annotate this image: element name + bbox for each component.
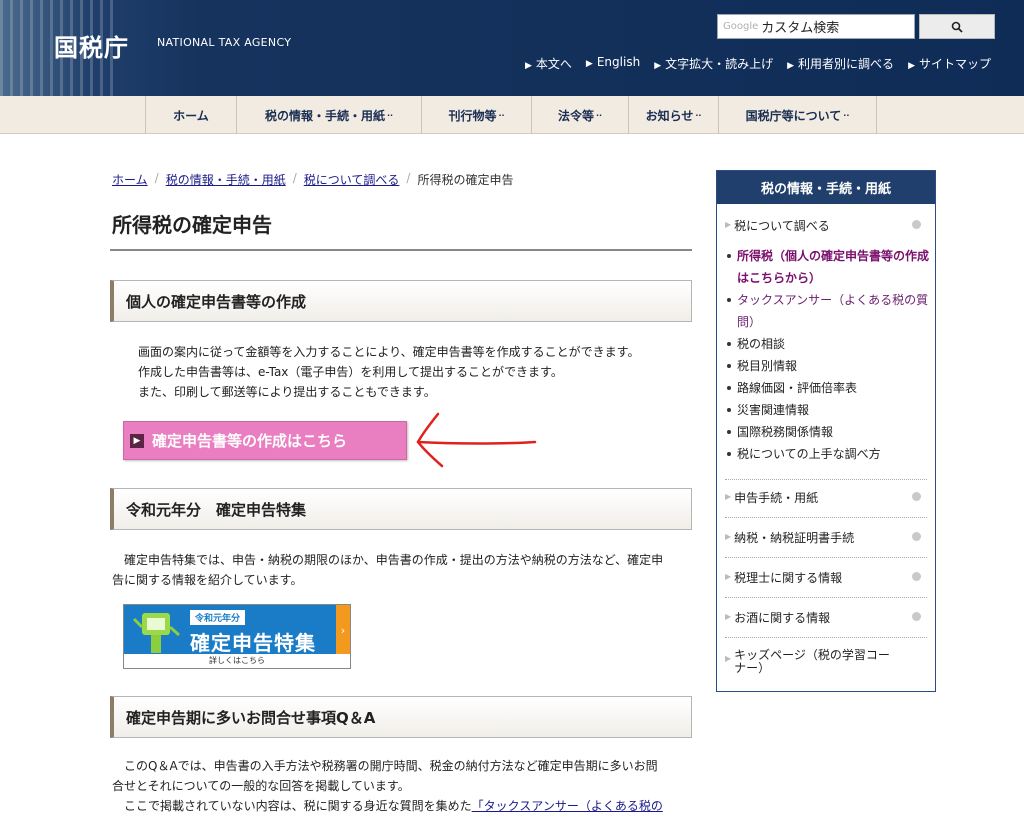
sidebar-sub-disaster[interactable]: 災害関連情報 — [725, 399, 930, 421]
triangle-right-icon: ▶ — [725, 612, 732, 621]
util-link-sitemap[interactable]: ▶ サイトマップ — [908, 55, 991, 72]
breadcrumb-separator: / — [406, 171, 411, 185]
section3-text: このQ＆Aでは、申告書の入手方法や税務署の開庁時間、税金の納付方法など確定申告期… — [112, 759, 663, 813]
sidebar-sub-consultation[interactable]: 税の相談 — [725, 333, 930, 355]
section-heading-faq: 確定申告期に多いお問合せ事項Q＆A — [110, 696, 692, 738]
sidebar-divider — [725, 557, 927, 558]
search-button[interactable] — [919, 14, 995, 39]
nav-item-publications[interactable]: 刊行物等 ·· — [422, 96, 532, 134]
sidebar-sub-route-price[interactable]: 路線価図・評価倍率表 — [725, 377, 930, 399]
triangle-right-icon: ▶ — [725, 572, 732, 581]
banner-details-label: 詳しくはこちら — [124, 654, 350, 668]
triangle-right-icon: ▶ — [725, 492, 732, 501]
sidebar-divider — [725, 517, 927, 518]
dropdown-icon: ·· — [386, 110, 394, 120]
util-link-english[interactable]: ▶ English — [586, 55, 640, 72]
circle-icon — [912, 572, 921, 581]
site-header: 国税庁 NATIONAL TAX AGENCY Google カスタム検索 ▶ 本… — [0, 0, 1024, 96]
tax-answer-link[interactable]: 「タックスアンサー（よくある税の — [472, 799, 663, 813]
breadcrumb-tax-info[interactable]: 税の情報・手続・用紙 — [166, 171, 286, 188]
triangle-right-icon: ▶ — [725, 654, 732, 663]
sidebar-sub-list: 所得税（個人の確定申告書等の作成はこちらから） タックスアンサー（よくある税の質… — [725, 245, 930, 465]
sidebar-item-liquor[interactable]: ▶ お酒に関する情報 — [725, 609, 925, 626]
dropdown-icon: ·· — [843, 110, 850, 120]
util-link-accessibility[interactable]: ▶ 文字拡大・読み上げ — [654, 55, 773, 72]
sidebar-sub-tax-answer[interactable]: タックスアンサー（よくある税の質問） — [725, 289, 930, 333]
util-link-skip[interactable]: ▶ 本文へ — [525, 55, 572, 72]
banner-year-label: 令和元年分 — [190, 610, 246, 625]
search-icon — [951, 21, 963, 33]
special-feature-banner[interactable]: 令和元年分 確定申告特集 › 詳しくはこちら — [123, 604, 351, 669]
sidebar-item-filing[interactable]: ▶ 申告手続・用紙 — [725, 489, 925, 506]
dropdown-icon: ·· — [498, 110, 505, 120]
circle-icon — [912, 532, 921, 541]
breadcrumb-research[interactable]: 税について調べる — [304, 171, 400, 188]
banner-title: 確定申告特集 — [190, 631, 316, 655]
nav-item-news[interactable]: お知らせ ·· — [629, 96, 719, 134]
triangle-right-icon: ▶ — [524, 61, 532, 71]
title-divider — [110, 249, 692, 251]
sidebar-divider — [725, 479, 927, 480]
section1-text: 画面の案内に従って金額等を入力することにより、確定申告書等を作成することができま… — [138, 345, 640, 399]
triangle-right-icon: ▶ — [908, 61, 915, 71]
sidebar-item-research[interactable]: ▶ 税について調べる — [725, 217, 925, 234]
sidebar-sub-tax-category[interactable]: 税目別情報 — [725, 355, 930, 377]
utility-links: ▶ 本文へ ▶ English ▶ 文字拡大・読み上げ ▶ 利用者別に調べる ▶ サイトマ… — [525, 55, 991, 72]
create-return-button[interactable]: ▶ 確定申告書等の作成はこちら — [123, 421, 407, 460]
sidebar-item-payment[interactable]: ▶ 納税・納税証明書手続 — [725, 529, 925, 546]
circle-icon — [912, 220, 921, 229]
triangle-right-icon: ▶ — [725, 532, 732, 541]
dropdown-icon: ·· — [595, 110, 603, 120]
triangle-right-icon: ▶ — [787, 61, 795, 71]
sidebar-sub-international[interactable]: 国際税務関係情報 — [725, 421, 930, 443]
triangle-right-icon: ▶ — [725, 220, 732, 229]
chevron-right-icon: ▶ — [130, 433, 144, 448]
sidebar-item-kids[interactable]: ▶ キッズページ（税の学習コーナー） — [725, 649, 895, 675]
breadcrumb: ホーム / 税の情報・手続・用紙 / 税について調べる / 所得税の確定申告 — [112, 171, 513, 188]
section-heading-create-return: 個人の確定申告書等の作成 — [110, 280, 692, 322]
sidebar-sub-howto[interactable]: 税についての上手な調べ方 — [725, 443, 930, 465]
page-title: 所得税の確定申告 — [112, 213, 272, 237]
mascot-icon — [132, 613, 180, 653]
search-placeholder: カスタム検索 — [761, 21, 840, 36]
nav-item-about[interactable]: 国税庁等について ·· — [719, 96, 877, 134]
sidebar-divider — [725, 637, 927, 638]
site-logo[interactable]: 国税庁 — [54, 28, 129, 63]
dropdown-icon: ·· — [695, 110, 702, 120]
site-logo-english: NATIONAL TAX AGENCY — [157, 36, 292, 49]
nav-item-tax-info[interactable]: 税の情報・手続・用紙 ·· — [237, 96, 422, 134]
triangle-right-icon: ▶ — [654, 61, 662, 71]
breadcrumb-separator: / — [154, 171, 159, 185]
sidebar-divider — [725, 597, 927, 598]
nav-item-laws[interactable]: 法令等 ·· — [532, 96, 629, 134]
circle-icon — [912, 612, 921, 621]
breadcrumb-home[interactable]: ホーム — [112, 171, 148, 188]
annotation-arrow — [416, 412, 537, 468]
breadcrumb-separator: / — [292, 171, 297, 185]
triangle-right-icon: ▶ — [585, 59, 593, 69]
sidebar: 税の情報・手続・用紙 ▶ 税について調べる 所得税（個人の確定申告書等の作成はこ… — [716, 170, 936, 692]
sidebar-heading: 税の情報・手続・用紙 — [717, 171, 935, 204]
util-link-by-user[interactable]: ▶ 利用者別に調べる — [787, 55, 894, 72]
search-brand-label: Google — [723, 21, 759, 32]
breadcrumb-current: 所得税の確定申告 — [417, 173, 514, 187]
section-heading-special: 令和元年分 確定申告特集 — [110, 488, 692, 530]
sidebar-sub-income-tax[interactable]: 所得税（個人の確定申告書等の作成はこちらから） — [725, 245, 930, 289]
global-nav: ホーム 税の情報・手続・用紙 ·· 刊行物等 ·· 法令等 ·· お知らせ ·· 国税庁… — [0, 96, 1024, 134]
circle-icon — [912, 492, 921, 501]
search-input[interactable]: Google カスタム検索 — [717, 14, 915, 39]
chevron-right-icon: › — [336, 605, 350, 655]
sidebar-item-tax-accountant[interactable]: ▶ 税理士に関する情報 — [725, 569, 925, 586]
nav-item-home[interactable]: ホーム — [146, 96, 237, 134]
section2-text: 確定申告特集では、申告・納税の期限のほか、申告書の作成・提出の方法や納税の方法な… — [112, 553, 664, 587]
